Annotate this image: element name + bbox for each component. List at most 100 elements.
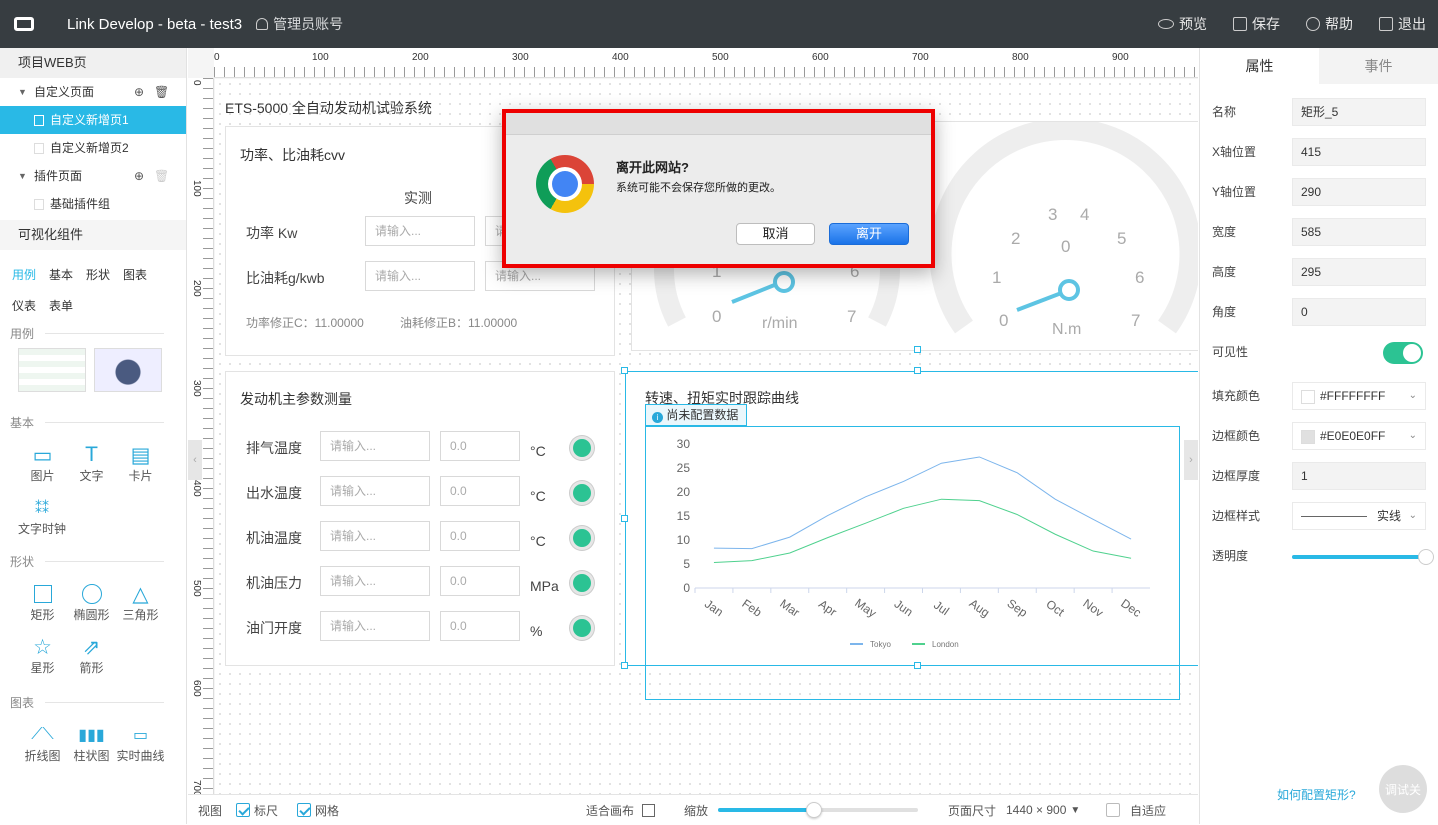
visual-section[interactable]: 可视化组件	[0, 220, 186, 250]
tab-gauge[interactable]: 仪表	[12, 299, 36, 313]
ruler-label: 0	[191, 80, 202, 86]
resize-handle[interactable]	[621, 662, 628, 669]
y-tick-label: 5	[683, 557, 690, 571]
color-swatch	[1301, 390, 1315, 404]
opacity-handle[interactable]	[1418, 549, 1434, 565]
engine-input[interactable]: 请输入...	[320, 611, 430, 641]
fit-label: 适合画布	[586, 802, 634, 819]
fuel-input[interactable]: 请输入...	[365, 261, 475, 291]
fill-color-select[interactable]: #FFFFFFFF⌄	[1292, 382, 1426, 410]
cancel-button[interactable]: 取消	[736, 223, 815, 245]
border-style-select[interactable]: 实线⌄	[1292, 502, 1426, 530]
opacity-slider[interactable]	[1292, 555, 1426, 559]
engine-value[interactable]: 0.0	[440, 566, 520, 596]
height-input[interactable]: 295	[1292, 258, 1426, 286]
engine-input[interactable]: 请输入...	[320, 431, 430, 461]
debug-toggle-button[interactable]: 调试关	[1379, 765, 1427, 813]
page-size-select[interactable]: 1440 × 900▼	[1006, 795, 1080, 825]
collapse-left-arrow[interactable]: ‹	[188, 440, 202, 480]
component-text-clock[interactable]: ⁑⁑文字时钟	[18, 496, 66, 537]
save-button[interactable]: 保存	[1220, 0, 1293, 48]
name-input[interactable]: 矩形_5	[1292, 98, 1426, 126]
fill-label: 填充颜色	[1212, 381, 1260, 411]
component-ellipse[interactable]: 椭圆形	[67, 582, 116, 623]
engine-input[interactable]: 请输入...	[320, 566, 430, 596]
preview-button[interactable]: 预览	[1145, 0, 1220, 48]
resize-handle[interactable]	[621, 367, 628, 374]
example-thumbnail[interactable]	[18, 348, 86, 392]
page-title[interactable]: ETS-5000 全自动发动机试验系统	[225, 98, 432, 118]
component-arrow[interactable]: ⇗箭形	[67, 635, 116, 676]
component-rectangle[interactable]: 矩形	[18, 582, 67, 623]
ruler-label: 200	[412, 52, 429, 63]
fit-canvas-button[interactable]: 适合画布	[586, 795, 655, 825]
engine-value[interactable]: 0.0	[440, 476, 520, 506]
leave-button[interactable]: 离开	[829, 223, 909, 245]
delete-icon[interactable]: 🗑	[154, 78, 169, 106]
angle-input[interactable]: 0	[1292, 298, 1426, 326]
angle-label: 角度	[1212, 297, 1236, 327]
engine-row-label: 机油温度	[246, 528, 302, 548]
chrome-icon	[536, 155, 594, 213]
logout-button[interactable]: 退出	[1366, 0, 1438, 48]
width-input[interactable]: 585	[1292, 218, 1426, 246]
y-input[interactable]: 290	[1292, 178, 1426, 206]
tab-events[interactable]: 事件	[1319, 48, 1438, 84]
tab-basic[interactable]: 基本	[49, 268, 73, 282]
page-icon	[34, 143, 44, 154]
component-line-chart[interactable]: ⟋⟍折线图	[18, 723, 67, 764]
bottom-bar: 视图 标尺 网格 适合画布 缩放 页面尺寸 1440 × 900▼ 自适应	[188, 794, 1198, 824]
component-text[interactable]: T文字	[67, 443, 116, 484]
tab-examples[interactable]: 用例	[12, 268, 36, 282]
resize-handle[interactable]	[621, 515, 628, 522]
ruler-label: 300	[512, 52, 529, 63]
component-realtime-curve[interactable]: ▭实时曲线	[116, 723, 165, 764]
engine-value[interactable]: 0.0	[440, 611, 520, 641]
border-color-select[interactable]: #E0E0E0FF⌄	[1292, 422, 1426, 450]
app-logo-icon[interactable]	[0, 0, 48, 48]
add-page-icon[interactable]: ⊕	[134, 78, 144, 106]
tree-page-1[interactable]: 自定义新增页1	[0, 106, 186, 134]
border-width-input[interactable]: 1	[1292, 462, 1426, 490]
rectangle-icon	[34, 585, 52, 603]
engine-value[interactable]: 0.0	[440, 431, 520, 461]
x-tick-label: Apr	[816, 597, 839, 619]
component-card[interactable]: ▤卡片	[116, 443, 165, 484]
visible-toggle[interactable]	[1383, 342, 1423, 364]
grid-toggle[interactable]: 网格	[297, 795, 339, 825]
resize-handle[interactable]	[914, 662, 921, 669]
user-account[interactable]: 管理员账号	[256, 14, 343, 34]
tab-properties[interactable]: 属性	[1200, 48, 1319, 84]
power-input[interactable]: 请输入...	[365, 216, 475, 246]
tab-chart[interactable]: 图表	[123, 268, 147, 282]
ruler-toggle[interactable]: 标尺	[236, 795, 278, 825]
project-section[interactable]: 项目WEB页	[0, 48, 186, 78]
engine-value[interactable]: 0.0	[440, 521, 520, 551]
help-link[interactable]: 如何配置矩形?	[1277, 786, 1356, 803]
rotate-handle[interactable]	[914, 346, 921, 353]
component-bar-chart[interactable]: ▮▮▮柱状图	[67, 723, 116, 764]
engine-unit: °C	[530, 488, 546, 504]
question-icon	[1306, 17, 1320, 31]
tree-custom-pages[interactable]: ▼ 自定义页面 ⊕ 🗑	[0, 78, 186, 106]
zoom-slider[interactable]	[718, 795, 918, 825]
tree-page-2[interactable]: 自定义新增页2	[0, 134, 186, 162]
engine-input[interactable]: 请输入...	[320, 521, 430, 551]
tree-basic-plugin[interactable]: 基础插件组	[0, 190, 186, 218]
component-image[interactable]: ▭图片	[18, 443, 67, 484]
engine-input[interactable]: 请输入...	[320, 476, 430, 506]
auto-fit-toggle[interactable]: 自适应	[1106, 795, 1166, 825]
gauge1-tick: 0	[712, 307, 721, 326]
resize-handle[interactable]	[914, 367, 921, 374]
help-button[interactable]: 帮助	[1293, 0, 1366, 48]
zoom-handle[interactable]	[806, 802, 822, 818]
tab-shape[interactable]: 形状	[86, 268, 110, 282]
component-star[interactable]: ☆星形	[18, 635, 67, 676]
x-input[interactable]: 415	[1292, 138, 1426, 166]
add-page-icon[interactable]: ⊕	[134, 162, 144, 190]
collapse-right-arrow[interactable]: ›	[1184, 440, 1198, 480]
tree-plugin-pages[interactable]: ▼ 插件页面 ⊕ 🗑	[0, 162, 186, 190]
example-thumbnail[interactable]	[94, 348, 162, 392]
tab-form[interactable]: 表单	[49, 299, 73, 313]
component-triangle[interactable]: △三角形	[116, 582, 165, 623]
